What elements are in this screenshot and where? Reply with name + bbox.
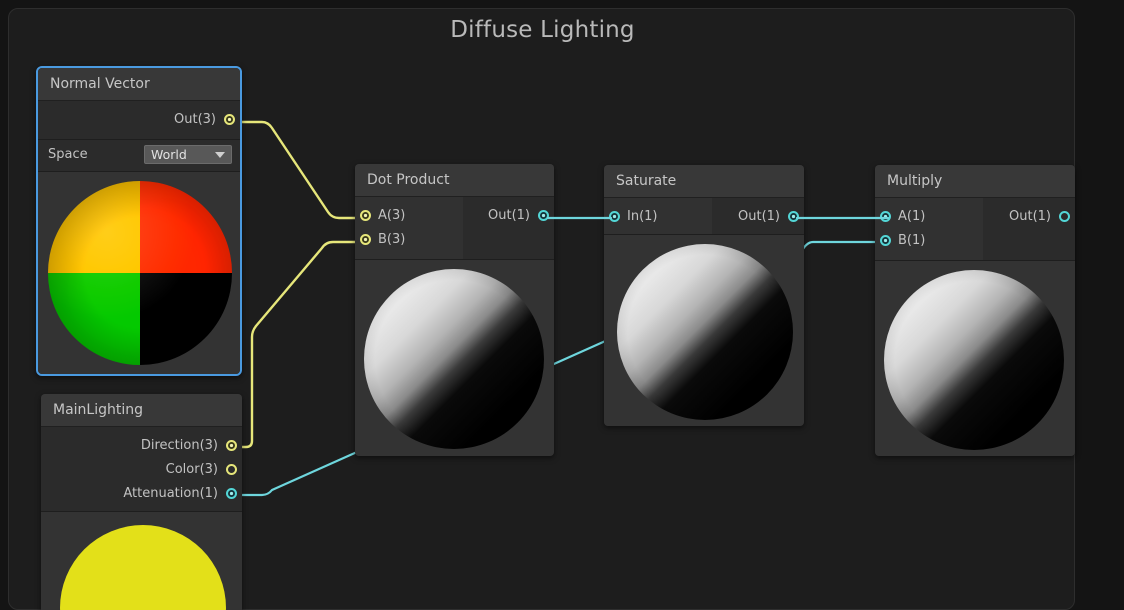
- space-dropdown[interactable]: World: [144, 145, 232, 164]
- port-dot-icon-a-1[interactable]: [880, 210, 891, 222]
- port-dot-icon-a-3[interactable]: [360, 209, 371, 221]
- port-b-1[interactable]: B(1): [880, 228, 973, 252]
- node-saturate-inputs: In(1): [604, 198, 712, 234]
- port-dot-icon-b-3[interactable]: [360, 233, 371, 245]
- port-in-1[interactable]: In(1): [609, 204, 702, 228]
- node-multiply-ports: A(1) B(1) Out(1): [875, 198, 1075, 261]
- port-a-1[interactable]: A(1): [880, 204, 973, 228]
- port-label-in-1: In(1): [627, 208, 658, 224]
- port-label-direction-3: Direction(3): [140, 437, 218, 453]
- node-saturate-ports: In(1) Out(1): [604, 198, 804, 235]
- port-out-1-dotproduct[interactable]: Out(1): [473, 203, 549, 227]
- port-b-3[interactable]: B(3): [360, 227, 453, 251]
- port-dot-icon-out-3[interactable]: [224, 113, 235, 125]
- preview-main-lighting[interactable]: [41, 512, 242, 610]
- port-dot-icon-out-1-dotproduct[interactable]: [538, 209, 549, 221]
- node-saturate[interactable]: Saturate In(1) Out(1): [604, 165, 804, 426]
- node-dot-product-inputs: A(3) B(3): [355, 197, 463, 259]
- port-dot-icon-b-1[interactable]: [880, 234, 891, 246]
- port-out-1-saturate[interactable]: Out(1): [722, 204, 799, 228]
- port-dot-icon-color-3[interactable]: [226, 463, 237, 475]
- port-dot-icon-out-1-saturate[interactable]: [788, 210, 799, 222]
- node-title-dot-product: Dot Product: [355, 164, 554, 197]
- preview-sphere-multiply: [884, 270, 1064, 450]
- port-label-attenuation-1: Attenuation(1): [123, 485, 218, 501]
- port-dot-icon-out-1-multiply[interactable]: [1059, 210, 1070, 222]
- node-normal-vector[interactable]: Normal Vector Out(3) Space World: [36, 66, 242, 376]
- preview-sphere-main-lighting: [60, 525, 226, 610]
- port-dot-icon-attenuation-1[interactable]: [226, 487, 237, 499]
- node-title-main-lighting: MainLighting: [41, 394, 242, 427]
- port-label-b-3: B(3): [378, 231, 406, 247]
- node-title-saturate: Saturate: [604, 165, 804, 198]
- port-out-1-multiply[interactable]: Out(1): [993, 204, 1070, 228]
- preview-sphere-saturate: [617, 244, 793, 420]
- port-a-3[interactable]: A(3): [360, 203, 453, 227]
- node-multiply-inputs: A(1) B(1): [875, 198, 983, 260]
- page-title: Diffuse Lighting: [450, 17, 635, 43]
- node-title-normal-vector: Normal Vector: [38, 68, 240, 101]
- port-dot-icon-in-1[interactable]: [609, 210, 620, 222]
- port-label-out-1-multiply: Out(1): [1009, 208, 1051, 224]
- preview-saturate[interactable]: [604, 235, 804, 426]
- preview-normal-vector[interactable]: [38, 172, 240, 374]
- port-label-b-1: B(1): [898, 232, 926, 248]
- preview-dot-product[interactable]: [355, 260, 554, 456]
- port-label-a-1: A(1): [898, 208, 926, 224]
- node-main-lighting-outputs: Direction(3) Color(3) Attenuation(1): [41, 427, 242, 512]
- node-dot-product[interactable]: Dot Product A(3) B(3) Out(1): [355, 164, 554, 456]
- node-saturate-outputs: Out(1): [712, 198, 804, 234]
- preview-sphere-dot-product: [364, 269, 544, 449]
- node-dot-product-outputs: Out(1): [463, 197, 554, 259]
- node-title-multiply: Multiply: [875, 165, 1075, 198]
- node-multiply-outputs: Out(1): [983, 198, 1075, 260]
- port-color-3[interactable]: Color(3): [51, 457, 237, 481]
- node-multiply[interactable]: Multiply A(1) B(1) Out(1): [875, 165, 1075, 456]
- port-label-color-3: Color(3): [165, 461, 218, 477]
- port-out-3[interactable]: Out(3): [48, 107, 235, 131]
- preview-multiply[interactable]: [875, 261, 1075, 456]
- port-label-out-1-saturate: Out(1): [738, 208, 780, 224]
- property-space[interactable]: Space World: [38, 140, 240, 172]
- port-attenuation-1[interactable]: Attenuation(1): [51, 481, 237, 505]
- port-direction-3[interactable]: Direction(3): [51, 433, 237, 457]
- port-label-out-3: Out(3): [174, 111, 216, 127]
- shader-graph-window: Diffuse Lighting Normal Vector Out(3) Sp…: [0, 0, 1124, 610]
- node-normal-vector-outputs: Out(3): [38, 101, 240, 140]
- space-dropdown-value: World: [151, 147, 187, 162]
- chevron-down-icon: [215, 152, 225, 158]
- preview-sphere-normal: [48, 181, 232, 365]
- property-label-space: Space: [48, 147, 88, 162]
- node-main-lighting[interactable]: MainLighting Direction(3) Color(3) Atten…: [41, 394, 242, 610]
- node-dot-product-ports: A(3) B(3) Out(1): [355, 197, 554, 260]
- port-label-a-3: A(3): [378, 207, 406, 223]
- port-label-out-1-dotproduct: Out(1): [488, 207, 530, 223]
- port-dot-icon-direction-3[interactable]: [226, 439, 237, 451]
